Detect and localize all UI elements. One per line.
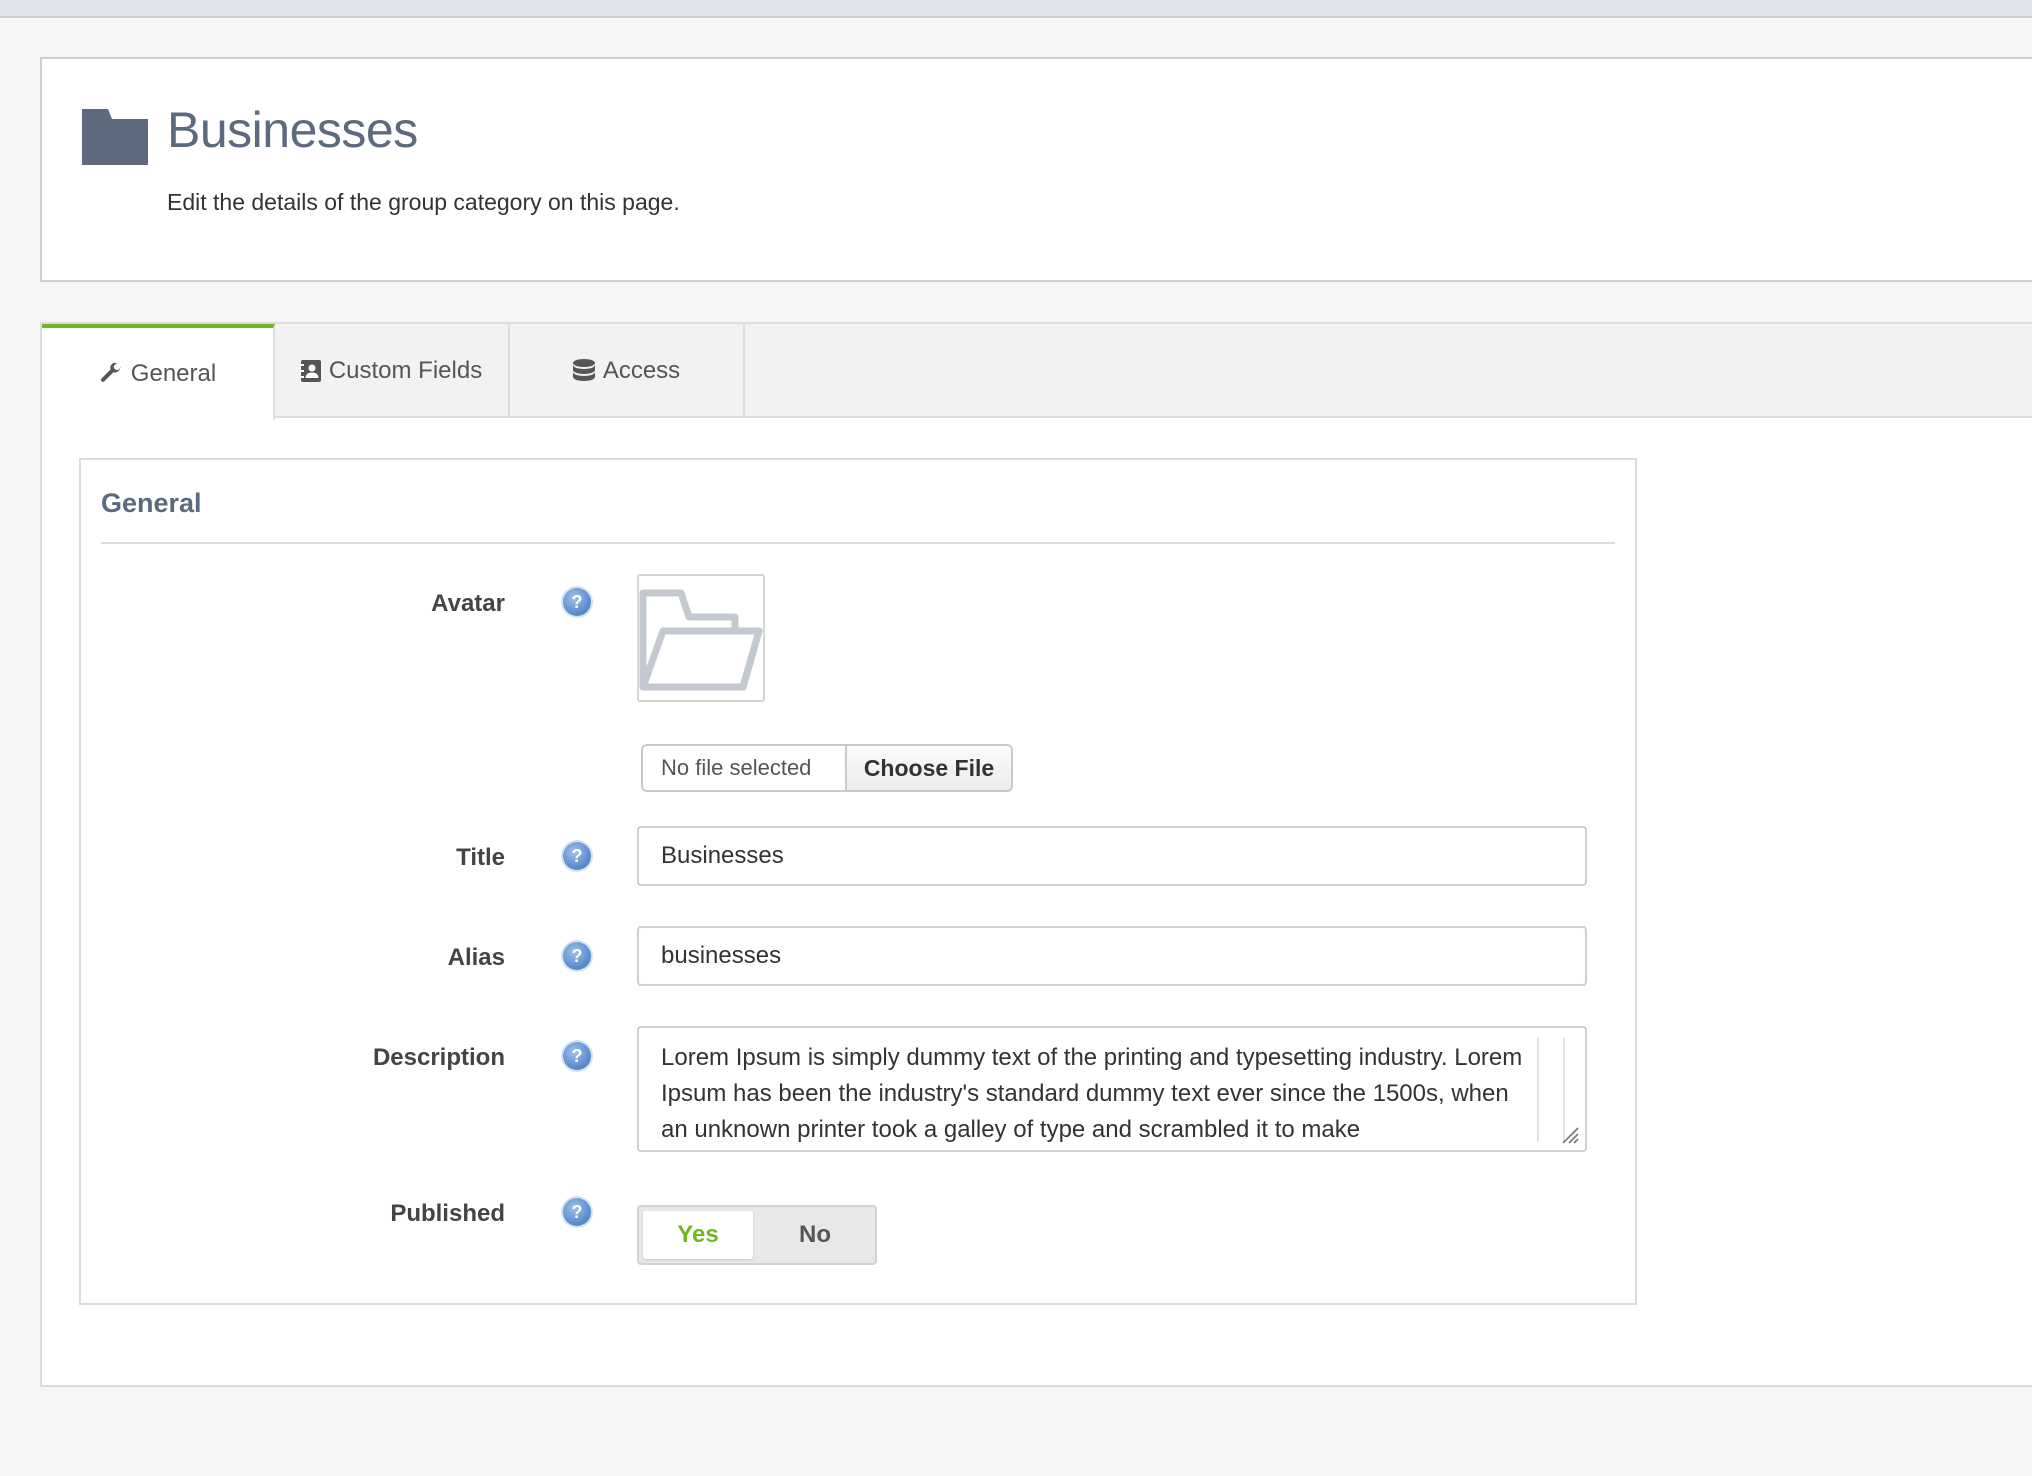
title-label: Title xyxy=(456,844,505,871)
top-bar xyxy=(0,0,2032,18)
wrench-icon xyxy=(100,362,121,382)
tab-label: Custom Fields xyxy=(328,357,483,384)
published-help-icon[interactable]: ? xyxy=(563,1198,591,1226)
panel-title: General xyxy=(101,488,202,518)
description-text: Lorem Ipsum is simply dummy text of the … xyxy=(661,1044,1523,1143)
published-toggle[interactable]: Yes No xyxy=(637,1205,877,1265)
contact-card-icon xyxy=(300,360,321,382)
title-input[interactable]: Businesses xyxy=(637,826,1587,886)
description-textarea[interactable]: Lorem Ipsum is simply dummy text of the … xyxy=(637,1026,1587,1152)
published-label: Published xyxy=(390,1200,505,1227)
tab-label: General xyxy=(130,360,217,387)
general-panel: General Avatar ? No file selected Choose… xyxy=(79,458,1637,1305)
title-help-icon[interactable]: ? xyxy=(563,842,591,870)
tab-access[interactable]: Access xyxy=(510,324,745,418)
alias-label: Alias xyxy=(447,944,505,971)
content-area: General Custom Fields Access General Ava… xyxy=(40,322,2032,1387)
avatar-label: Avatar xyxy=(431,590,505,617)
description-help-icon[interactable]: ? xyxy=(563,1042,591,1070)
tab-general[interactable]: General xyxy=(42,324,275,420)
file-status: No file selected xyxy=(643,746,847,790)
description-label: Description xyxy=(372,1044,505,1071)
alias-help-icon[interactable]: ? xyxy=(563,942,591,970)
resize-grip-icon[interactable] xyxy=(1559,1124,1579,1144)
tab-bar: General Custom Fields Access xyxy=(42,324,2032,420)
file-picker[interactable]: No file selected Choose File xyxy=(641,744,1013,792)
choose-file-button[interactable]: Choose File xyxy=(847,746,1011,790)
database-icon xyxy=(572,359,595,381)
page-title: Businesses xyxy=(167,102,418,158)
published-yes-option[interactable]: Yes xyxy=(643,1211,753,1259)
folder-icon xyxy=(82,109,148,165)
divider xyxy=(101,542,1615,544)
tab-label: Access xyxy=(602,357,681,384)
open-folder-icon xyxy=(639,589,763,691)
alias-input[interactable]: businesses xyxy=(637,926,1587,986)
avatar-help-icon[interactable]: ? xyxy=(563,588,591,616)
page-header: Businesses Edit the details of the group… xyxy=(40,57,2032,282)
page-subtitle: Edit the details of the group category o… xyxy=(167,189,680,215)
avatar-preview xyxy=(637,574,765,702)
published-no-option[interactable]: No xyxy=(759,1211,871,1259)
tab-custom-fields[interactable]: Custom Fields xyxy=(275,324,510,418)
